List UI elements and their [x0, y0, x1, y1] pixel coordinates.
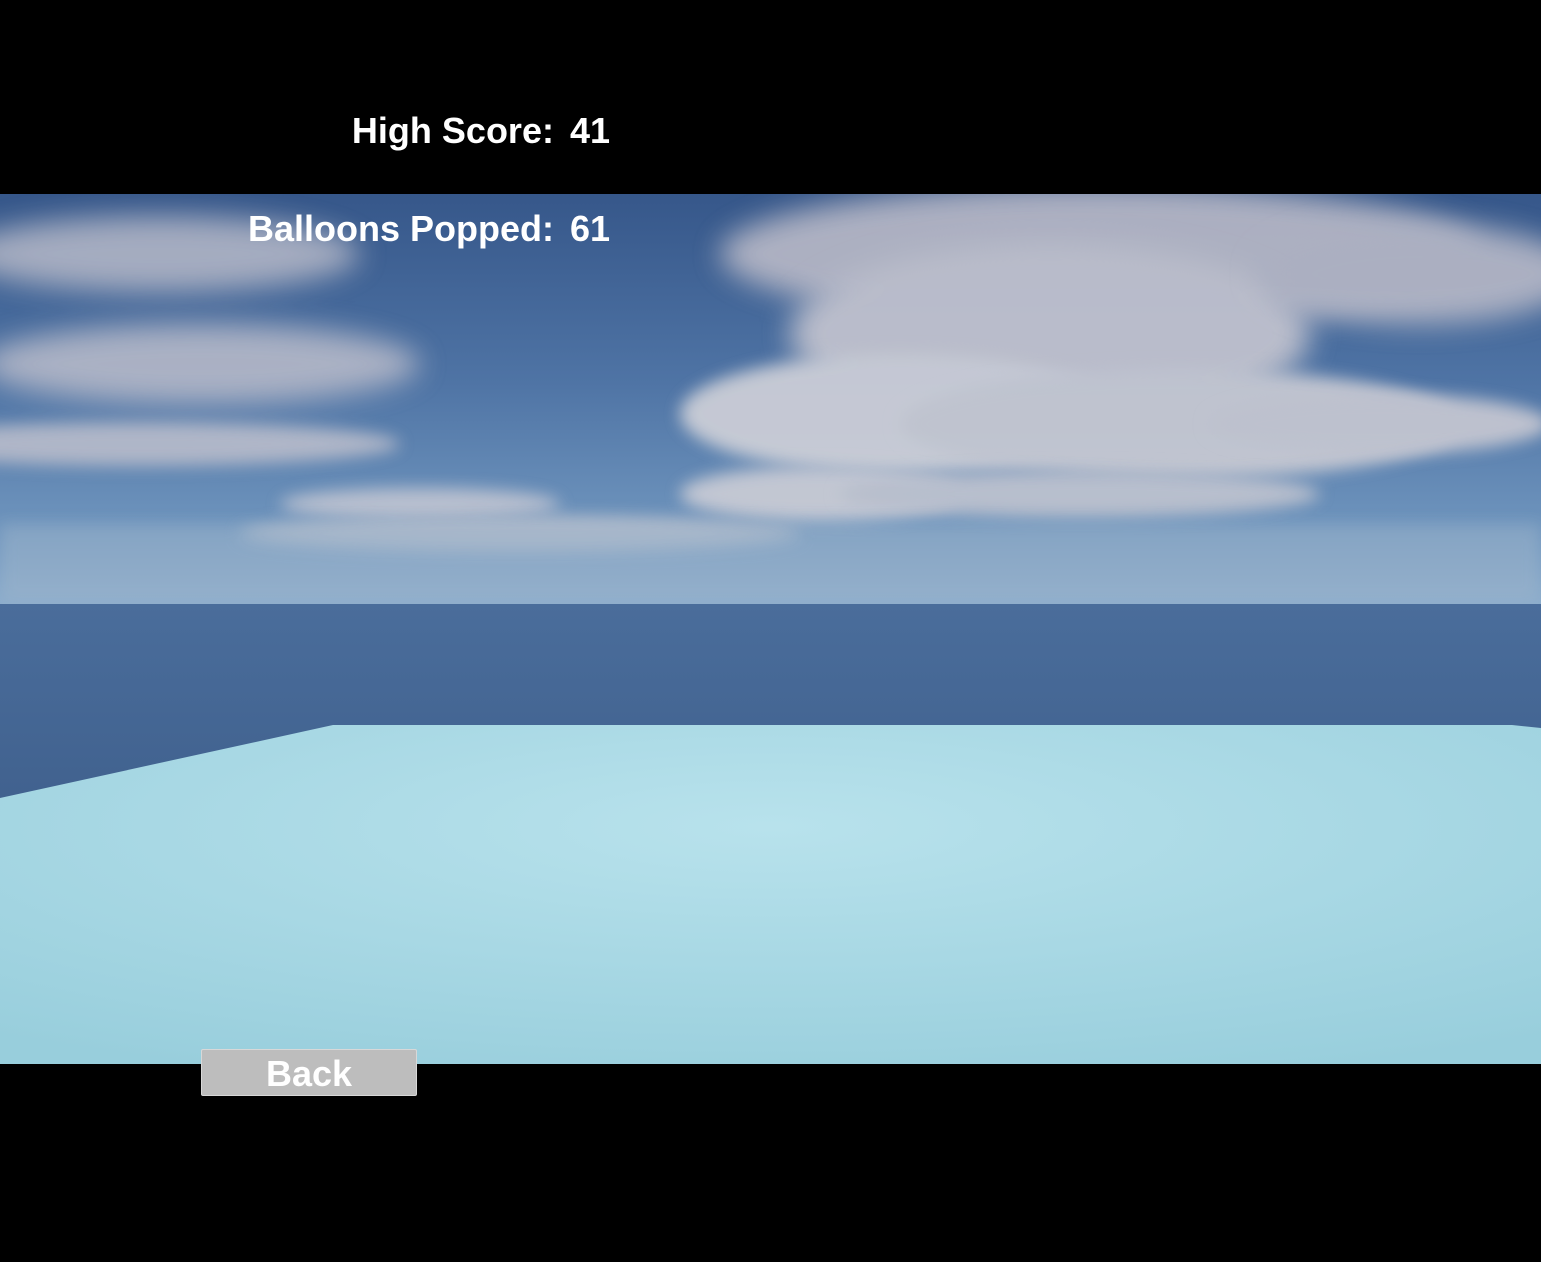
- scene-background: [0, 194, 1541, 1064]
- high-score-label: High Score:: [351, 110, 554, 151]
- game-viewport: [0, 194, 1541, 1064]
- clouds: [0, 194, 1541, 604]
- balloons-popped-value: 61: [569, 208, 610, 249]
- balloons-popped-label: Balloons Popped:: [247, 208, 554, 249]
- high-score-display: High Score: 41: [352, 111, 610, 151]
- high-score-value: 41: [569, 110, 610, 151]
- balloons-popped-display: Balloons Popped: 61: [248, 209, 610, 249]
- back-button[interactable]: Back: [201, 1049, 417, 1096]
- game-screen: High Score: 41 Balloons Popped: 61 Back: [0, 0, 1541, 1262]
- floor: [0, 725, 1541, 1064]
